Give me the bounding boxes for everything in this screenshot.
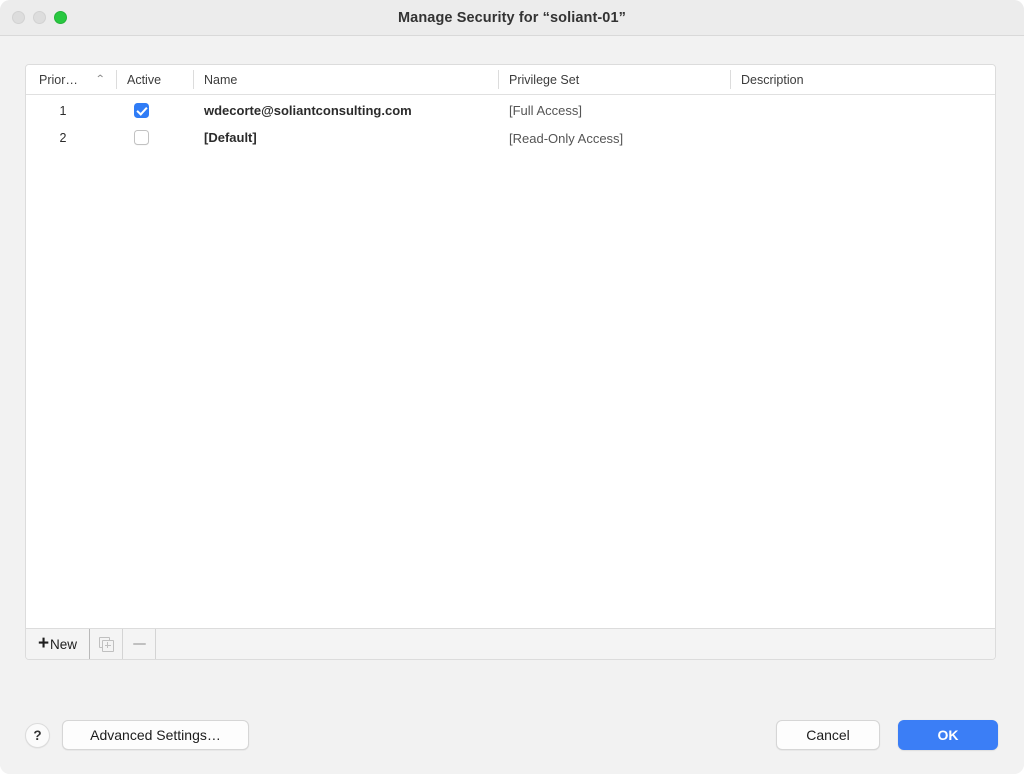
- column-header-description[interactable]: Description: [730, 65, 995, 94]
- cell-description[interactable]: [730, 124, 995, 151]
- cell-name[interactable]: [Default]: [193, 124, 498, 151]
- cell-description[interactable]: [730, 97, 995, 124]
- cell-active: [116, 97, 193, 124]
- sort-ascending-icon: ⌃: [94, 73, 106, 85]
- column-header-description-label: Description: [741, 72, 804, 87]
- table-row[interactable]: 1 wdecorte@soliantconsulting.com [Full A…: [26, 97, 995, 124]
- cell-privilege-set[interactable]: [Read-Only Access]: [498, 125, 730, 152]
- column-header-active[interactable]: Active: [116, 65, 193, 94]
- column-header-privilege-set[interactable]: Privilege Set: [498, 65, 730, 94]
- table-header-row: Prior… ⌃ Active Name Privilege Set Descr…: [26, 65, 995, 95]
- column-header-priority[interactable]: Prior… ⌃: [26, 65, 116, 94]
- window-titlebar: Manage Security for “soliant-01”: [0, 0, 1024, 36]
- minus-icon: [132, 643, 146, 645]
- minimize-window-icon[interactable]: [33, 11, 46, 24]
- traffic-light-group: [0, 11, 67, 24]
- plus-icon: +: [37, 633, 50, 654]
- delete-account-button[interactable]: [123, 629, 156, 659]
- active-checkbox[interactable]: [134, 103, 149, 118]
- advanced-settings-button[interactable]: Advanced Settings…: [62, 720, 249, 750]
- cell-active: [116, 124, 193, 151]
- zoom-window-icon[interactable]: [54, 11, 67, 24]
- duplicate-icon: [98, 636, 114, 652]
- cancel-button[interactable]: Cancel: [776, 720, 880, 750]
- footer-right-group: Cancel OK: [776, 720, 998, 750]
- close-window-icon[interactable]: [12, 11, 25, 24]
- table-toolbar: + New: [26, 628, 995, 659]
- active-checkbox[interactable]: [134, 130, 149, 145]
- dialog-footer: ? Advanced Settings… Cancel OK: [0, 696, 1024, 774]
- column-header-name-label: Name: [204, 72, 238, 87]
- manage-security-window: Manage Security for “soliant-01” Prior… …: [0, 0, 1024, 774]
- dialog-body: Prior… ⌃ Active Name Privilege Set Descr…: [0, 36, 1024, 696]
- ok-button[interactable]: OK: [898, 720, 998, 750]
- cell-privilege-set[interactable]: [Full Access]: [498, 97, 730, 124]
- footer-left-group: ? Advanced Settings…: [25, 720, 249, 750]
- cell-priority: 2: [59, 130, 67, 145]
- help-button[interactable]: ?: [25, 722, 50, 748]
- column-header-privilege-set-label: Privilege Set: [509, 72, 580, 87]
- column-header-active-label: Active: [127, 72, 162, 87]
- table-body: 1 wdecorte@soliantconsulting.com [Full A…: [26, 95, 995, 628]
- duplicate-account-button[interactable]: [90, 629, 123, 659]
- accounts-table: Prior… ⌃ Active Name Privilege Set Descr…: [25, 64, 996, 660]
- new-account-button[interactable]: + New: [26, 629, 90, 659]
- cell-priority: 1: [59, 103, 67, 118]
- new-account-label: New: [50, 636, 78, 652]
- column-header-priority-label: Prior…: [39, 72, 78, 87]
- table-row[interactable]: 2 [Default] [Read-Only Access]: [26, 124, 995, 151]
- cell-name[interactable]: wdecorte@soliantconsulting.com: [193, 97, 498, 124]
- column-header-name[interactable]: Name: [193, 65, 498, 94]
- window-title: Manage Security for “soliant-01”: [397, 9, 626, 26]
